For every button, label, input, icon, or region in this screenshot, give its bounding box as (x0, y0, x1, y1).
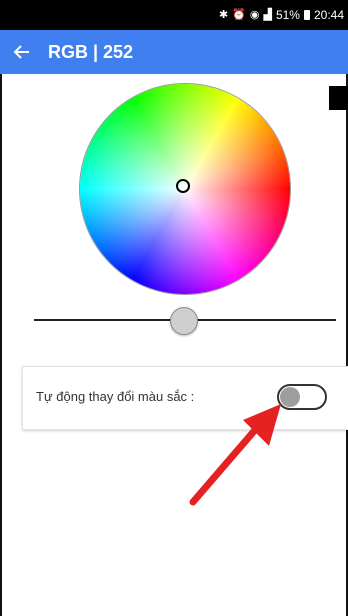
bluetooth-icon: ✱ (218, 8, 229, 21)
app-bar: RGB | 252 (0, 30, 348, 74)
alarm-icon: ⏰ (232, 8, 246, 21)
battery-percent: 51% (275, 8, 300, 22)
red-arrow-annotation (189, 404, 281, 506)
battery-icon (303, 10, 310, 20)
auto-color-label: Tự động thay đổi màu sắc : (36, 389, 195, 404)
back-button[interactable] (0, 30, 44, 74)
status-time: 20:44 (313, 8, 344, 22)
brightness-slider-thumb[interactable] (170, 307, 198, 335)
current-color-swatch (329, 86, 348, 110)
status-bar: ✱ ⏰ ◉ ▟ 51% 20:44 (0, 0, 348, 30)
back-arrow-icon (13, 45, 29, 59)
wifi-icon: ◉ (249, 8, 260, 21)
signal-icon: ▟ (263, 8, 272, 21)
color-wheel-marker[interactable] (176, 179, 190, 193)
page-title: RGB | 252 (48, 41, 134, 62)
